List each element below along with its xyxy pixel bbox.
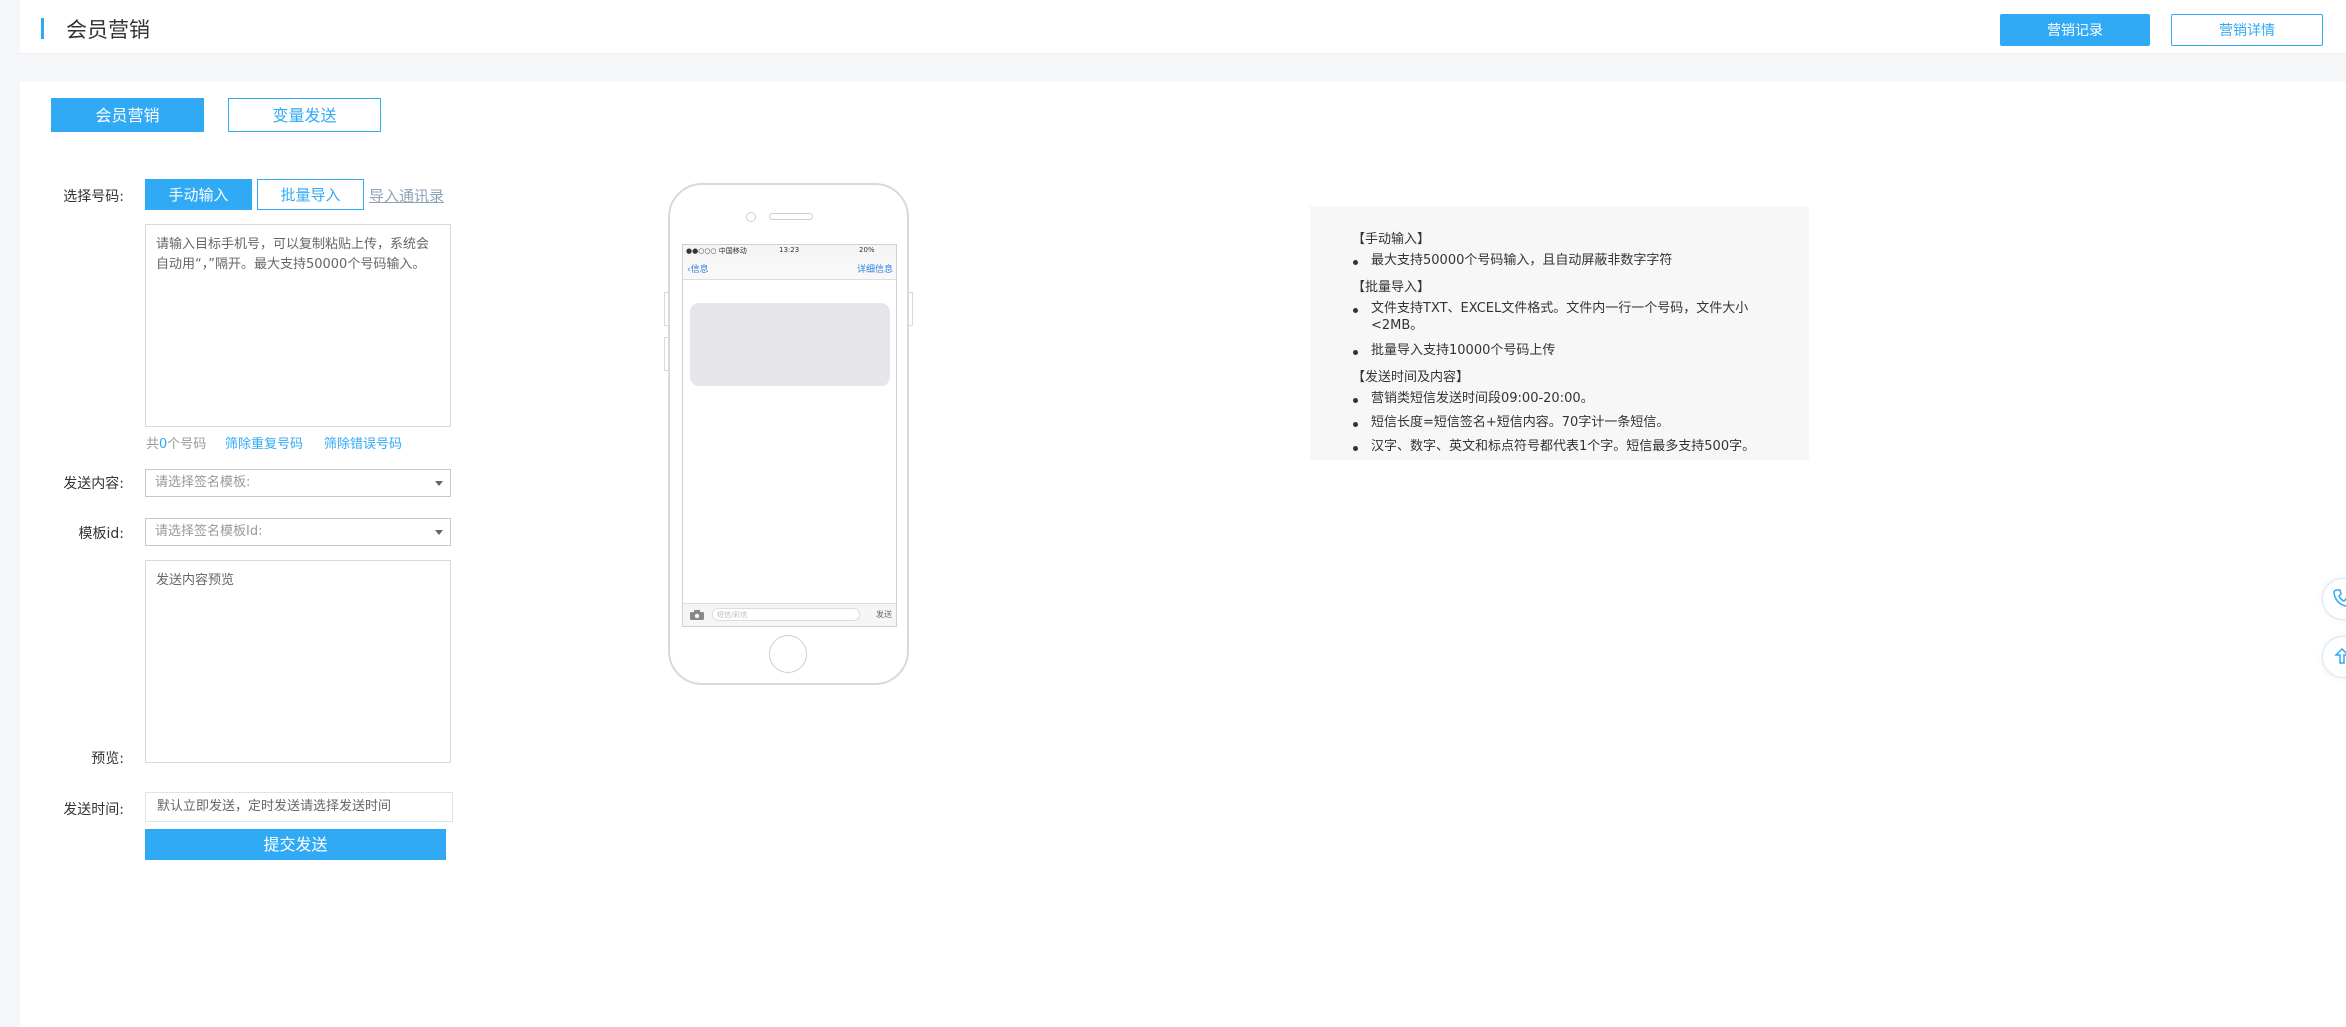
preview-label: 预览: [91,751,124,767]
info-item: 批量导入支持10000个号码上传 [1371,343,1556,358]
nav-back: ‹信息 [687,262,709,275]
caret-down-icon [435,530,443,535]
carrier-text: ●●○○○ 中国移动 [686,247,747,255]
bullet [1353,422,1358,427]
bullet [1353,398,1358,403]
preview-text: 发送内容预览 [156,573,235,588]
camera-icon [690,610,704,620]
remove-duplicates-link[interactable]: 筛除重复号码 [225,433,303,452]
phone-speaker [769,213,813,220]
page-header: 会员营销 营销记录 营销详情 [20,0,2346,54]
phone-preview: ●●○○○ 中国移动 13:23 20% ‹信息 详细信息 短信/彩信 发送 [668,183,909,685]
select-number-label: 选择号码: [63,189,124,205]
info-heading-manual: 【手动输入】 [1352,232,1431,247]
count-prefix: 共 [146,437,160,452]
info-item: 文件支持TXT、EXCEL文件格式。文件内一行一个号码，文件大小<2MB。 [1371,301,1749,333]
battery-text: 20% [859,246,875,254]
share-icon [2334,647,2346,664]
content-template-select[interactable]: 请选择签名模板: [145,469,451,497]
numbers-placeholder: 请输入目标手机号，可以复制粘贴上传，系统会自动用“，”隔开。最大支持50000个… [156,237,430,272]
phone-icon [2333,589,2346,607]
tab-variable-send[interactable]: 变量发送 [228,98,381,132]
remove-invalid-link[interactable]: 筛除错误号码 [324,433,402,452]
submit-send-button[interactable]: 提交发送 [145,829,446,860]
info-item: 营销类短信发送时间段09:00-20:00。 [1371,391,1594,406]
phone-nav-bar: ‹信息 详细信息 [683,257,896,280]
numbers-textarea[interactable]: 请输入目标手机号，可以复制粘贴上传，系统会自动用“，”隔开。最大支持50000个… [145,224,451,427]
nav-detail: 详细信息 [856,265,893,275]
nav-back-label: 信息 [690,265,709,275]
tab-member-marketing[interactable]: 会员营销 [51,98,204,132]
header-divider [20,54,2346,82]
sms-input: 短信/彩信 [712,608,860,621]
instructions-box: 【手动输入】 最大支持50000个号码输入，且自动屏蔽非数字字符 【批量导入】 … [1310,206,1809,460]
template-id-select[interactable]: 请选择签名模板Id: [145,518,451,546]
bullet [1353,308,1358,313]
info-heading-time: 【发送时间及内容】 [1352,370,1470,385]
manual-input-button[interactable]: 手动输入 [145,179,252,210]
phone-camera [746,212,756,222]
marketing-records-button[interactable]: 营销记录 [2000,14,2150,46]
info-item: 短信长度=短信签名+短信内容。70字计一条短信。 [1371,415,1670,430]
content-label: 发送内容: [63,476,124,492]
number-count: 共0个号码 [146,433,206,452]
content-select-placeholder: 请选择签名模板: [155,475,251,490]
count-suffix: 个号码 [167,437,207,452]
info-item: 最大支持50000个号码输入，且自动屏蔽非数字字符 [1371,253,1673,268]
bullet [1353,260,1358,265]
status-time: 13:23 [779,246,800,254]
sms-send: 发送 [876,610,892,619]
title-accent-bar [41,18,44,39]
info-heading-batch: 【批量导入】 [1352,280,1431,295]
caret-down-icon [435,481,443,486]
phone-status-bar: ●●○○○ 中国移动 13:23 20% [683,245,896,257]
send-time-input[interactable]: 默认立即发送，定时发送请选择发送时间 [145,792,453,822]
batch-import-button[interactable]: 批量导入 [257,179,364,210]
template-id-label: 模板id: [78,526,125,542]
template-select-placeholder: 请选择签名模板Id: [155,524,263,539]
send-time-label: 发送时间: [63,802,124,818]
marketing-details-button[interactable]: 营销详情 [2171,14,2323,46]
import-contacts-link[interactable]: 导入通讯录 [369,185,444,206]
main-panel [20,0,2346,1027]
info-item: 汉字、数字、英文和标点符号都代表1个字。短信最多支持500字。 [1371,439,1756,454]
content-preview-box: 发送内容预览 [145,560,451,763]
phone-screen: ●●○○○ 中国移动 13:23 20% ‹信息 详细信息 短信/彩信 发送 [682,244,897,627]
message-bubble [690,303,890,386]
phone-input-bar: 短信/彩信 发送 [683,603,896,626]
phone-home-button [769,635,807,673]
bullet [1353,446,1358,451]
page-title: 会员营销 [66,18,150,42]
bullet [1353,350,1358,355]
